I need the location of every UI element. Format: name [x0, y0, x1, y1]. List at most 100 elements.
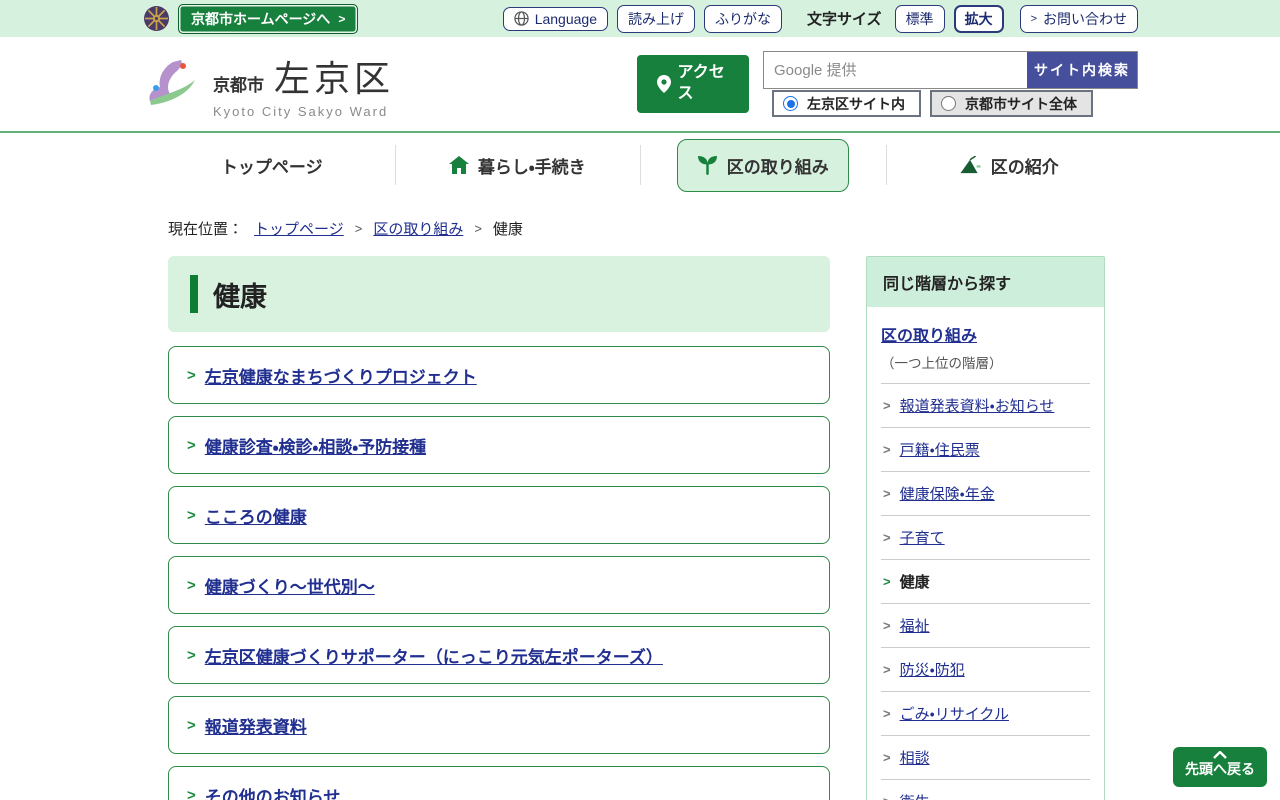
chevron-right-icon: > — [883, 442, 891, 457]
radio-unselected-icon — [941, 96, 956, 111]
chevron-up-icon — [1213, 751, 1227, 759]
health-topic-link-1[interactable]: > 左京健康なまちづくりプロジェクト — [168, 346, 830, 404]
font-size-large-button[interactable]: 拡大 — [954, 5, 1004, 33]
logo-city-text: 京都市 — [213, 71, 264, 96]
chevron-right-icon: > — [187, 787, 196, 800]
logo-english-text: Kyoto City Sakyo Ward — [213, 104, 394, 119]
sidebar-parent-note: （一つ上位の階層） — [881, 352, 1090, 372]
language-button[interactable]: Language — [503, 7, 608, 31]
search-scope-ward-option[interactable]: 左京区サイト内 — [772, 90, 921, 117]
home-icon — [449, 156, 469, 174]
sidebar-item-health-current: > 健康 — [881, 559, 1090, 603]
search-scope-city-option[interactable]: 京都市サイト全体 — [930, 90, 1093, 117]
sidebar-item-consultation[interactable]: > 相談 — [881, 735, 1090, 779]
search-input[interactable] — [764, 52, 1027, 88]
back-to-top-button[interactable]: 先頭へ戻る — [1173, 747, 1267, 787]
chevron-right-icon: > — [187, 647, 196, 664]
chevron-right-icon: > — [883, 398, 891, 413]
sibling-nav-sidebar: 同じ階層から探す 区の取り組み （一つ上位の階層） > 報道発表資料・お知らせ … — [866, 256, 1105, 800]
globe-icon — [514, 11, 529, 26]
page-content: 健康 > 左京健康なまちづくりプロジェクト > 健康診査・検診・相談・予防接種 … — [168, 256, 1105, 800]
back-to-top-label: 先頭へ戻る — [1185, 759, 1255, 779]
furigana-button[interactable]: ふりがな — [704, 5, 782, 33]
sidebar-item-childcare[interactable]: > 子育て — [881, 515, 1090, 559]
kyoto-city-home-button[interactable]: 京都市ホームページへ > — [178, 4, 358, 34]
access-button[interactable]: アクセス — [637, 55, 749, 113]
sidebar-item-family-register[interactable]: > 戸籍・住民票 — [881, 427, 1090, 471]
sidebar-item-label: 子育て — [900, 527, 945, 548]
access-label: アクセス — [678, 63, 730, 105]
chevron-right-icon: > — [883, 486, 891, 501]
utility-bar: 京都市ホームページへ > Language 読み上げ ふりがな 文字サイズ 標準… — [0, 0, 1280, 37]
breadcrumb-ward-initiatives-link[interactable]: 区の取り組み — [373, 218, 463, 239]
health-topic-link-label: 健康づくり〜世代別〜 — [205, 573, 375, 598]
sidebar-item-welfare[interactable]: > 福祉 — [881, 603, 1090, 647]
chevron-right-icon: > — [883, 574, 891, 589]
sidebar-item-label: 健康保険・年金 — [900, 483, 995, 504]
site-logo[interactable]: 京都市 左京区 Kyoto City Sakyo Ward — [143, 50, 394, 119]
health-topic-link-label: 報道発表資料 — [205, 713, 307, 738]
contact-button[interactable]: > お問い合わせ — [1020, 5, 1138, 33]
health-topic-link-3[interactable]: > こころの健康 — [168, 486, 830, 544]
nav-living-procedures-label: 暮らし・手続き — [478, 153, 586, 178]
health-topic-link-5[interactable]: > 左京区健康づくりサポーター（にっこり元気左ポーターズ） — [168, 626, 830, 684]
sidebar-item-health-insurance[interactable]: > 健康保険・年金 — [881, 471, 1090, 515]
health-topic-link-4[interactable]: > 健康づくり〜世代別〜 — [168, 556, 830, 614]
logo-ward-text: 左京区 — [274, 50, 394, 102]
font-size-label: 文字サイズ — [807, 8, 882, 29]
nav-ward-introduction-label: 区の紹介 — [991, 153, 1059, 178]
search-scope-ward-label: 左京区サイト内 — [807, 94, 905, 114]
nav-ward-initiatives-label: 区の取り組み — [727, 153, 829, 178]
page-title: 健康 — [213, 275, 267, 314]
font-size-standard-button[interactable]: 標準 — [895, 5, 945, 33]
nav-ward-initiatives[interactable]: 区の取り組み — [640, 133, 886, 197]
breadcrumb-top-page-link[interactable]: トップページ — [254, 218, 344, 239]
contact-label: お問い合わせ — [1043, 9, 1127, 29]
radio-selected-icon — [783, 96, 798, 111]
health-topic-link-6[interactable]: > 報道発表資料 — [168, 696, 830, 754]
site-header: 京都市 左京区 Kyoto City Sakyo Ward アクセス サイト内検… — [0, 37, 1280, 133]
sidebar-item-label: 福祉 — [900, 615, 930, 636]
sidebar-item-disaster-prevention[interactable]: > 防災・防犯 — [881, 647, 1090, 691]
health-topic-link-label: 左京区健康づくりサポーター（にっこり元気左ポーターズ） — [205, 643, 663, 668]
title-accent-bar — [190, 275, 198, 313]
language-label: Language — [535, 11, 597, 27]
chevron-right-icon: > — [187, 577, 196, 594]
page-title-box: 健康 — [168, 256, 830, 332]
sidebar-item-label: 健康 — [900, 571, 930, 592]
chevron-right-icon: > — [474, 221, 482, 236]
health-topic-link-label: 健康診査・検診・相談・予防接種 — [205, 433, 426, 458]
sidebar-parent-link[interactable]: 区の取り組み — [881, 322, 977, 346]
nav-living-procedures[interactable]: 暮らし・手続き — [395, 133, 641, 197]
sidebar-item-press-releases[interactable]: > 報道発表資料・お知らせ — [881, 383, 1090, 427]
read-aloud-label: 読み上げ — [628, 9, 684, 29]
site-search-button[interactable]: サイト内検索 — [1027, 52, 1137, 88]
read-aloud-button[interactable]: 読み上げ — [617, 5, 695, 33]
chevron-right-icon: > — [883, 618, 891, 633]
chevron-right-icon: > — [187, 437, 196, 454]
health-topic-link-label: こころの健康 — [205, 503, 307, 528]
nav-top-page[interactable]: トップページ — [149, 133, 395, 197]
chevron-right-icon: > — [187, 717, 196, 734]
main-column: 健康 > 左京健康なまちづくりプロジェクト > 健康診査・検診・相談・予防接種 … — [168, 256, 830, 800]
breadcrumb: 現在位置： トップページ > 区の取り組み > 健康 — [168, 218, 1280, 239]
sidebar-title: 同じ階層から探す — [867, 257, 1104, 307]
sidebar-item-label: 戸籍・住民票 — [900, 439, 980, 460]
health-topic-link-2[interactable]: > 健康診査・検診・相談・予防接種 — [168, 416, 830, 474]
site-search: サイト内検索 左京区サイト内 京都市サイト全体 — [763, 51, 1138, 117]
chevron-right-icon: > — [883, 750, 891, 765]
furigana-label: ふりがな — [715, 9, 771, 29]
sidebar-item-label: 防災・防犯 — [900, 659, 965, 680]
chevron-right-icon: > — [187, 507, 196, 524]
sidebar-item-label: 衛生 — [900, 791, 930, 800]
sidebar-item-garbage-recycling[interactable]: > ごみ・リサイクル — [881, 691, 1090, 735]
nav-ward-introduction[interactable]: 区の紹介 — [886, 133, 1132, 197]
breadcrumb-label: 現在位置： — [168, 218, 243, 239]
chevron-right-icon: > — [338, 12, 345, 26]
health-topic-link-label: その他のお知らせ — [205, 783, 341, 800]
font-large-label: 拡大 — [965, 9, 993, 29]
health-topic-link-7[interactable]: > その他のお知らせ — [168, 766, 830, 800]
chevron-right-icon: > — [883, 662, 891, 677]
sidebar-item-hygiene[interactable]: > 衛生 — [881, 779, 1090, 800]
chevron-right-icon: > — [883, 530, 891, 545]
